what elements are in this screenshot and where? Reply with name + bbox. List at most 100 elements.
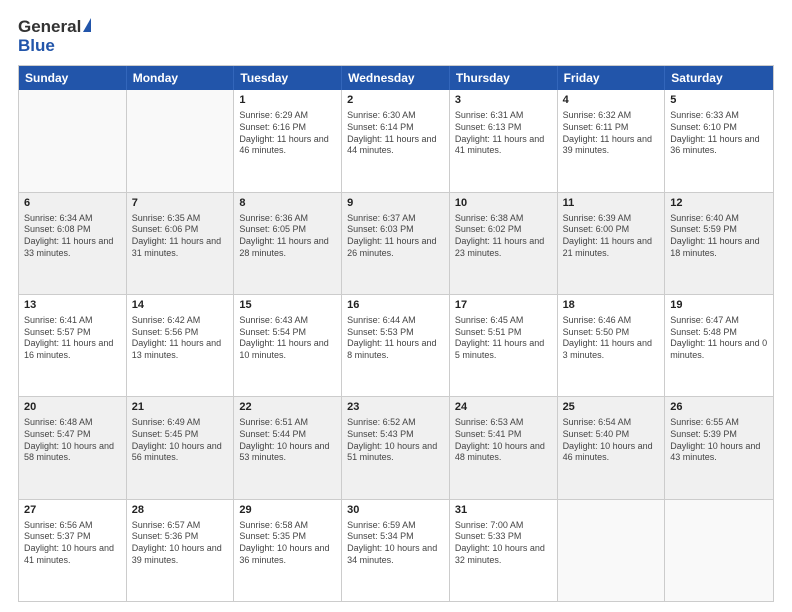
day-info: Sunrise: 6:43 AM Sunset: 5:54 PM Dayligh… (239, 315, 336, 362)
header: General Blue (18, 18, 774, 55)
day-number: 18 (563, 298, 660, 313)
calendar-cell: 31Sunrise: 7:00 AM Sunset: 5:33 PM Dayli… (450, 500, 558, 601)
calendar-cell: 27 Sunrise: 6:56 AM Sunset: 5:37 PM Dayli… (19, 500, 127, 601)
day-info: Sunrise: 6:52 AM Sunset: 5:43 PM Dayligh… (347, 417, 444, 464)
day-info: Sunrise: 7:00 AM Sunset: 5:33 PM Dayligh… (455, 520, 552, 567)
calendar-cell: 15Sunrise: 6:43 AM Sunset: 5:54 PM Dayli… (234, 295, 342, 396)
day-info: Sunrise: 6:45 AM Sunset: 5:51 PM Dayligh… (455, 315, 552, 362)
day-info: Sunrise: 6:51 AM Sunset: 5:44 PM Dayligh… (239, 417, 336, 464)
day-info: Sunrise: 6:33 AM Sunset: 6:10 PM Dayligh… (670, 110, 768, 157)
logo: General Blue (18, 18, 91, 55)
day-number: 17 (455, 298, 552, 313)
calendar-body: 1Sunrise: 6:29 AM Sunset: 6:16 PM Daylig… (19, 90, 773, 601)
calendar-cell: 23 Sunrise: 6:52 AM Sunset: 5:43 PM Dayli… (342, 397, 450, 498)
weekday-header-tuesday: Tuesday (234, 66, 342, 90)
weekday-header-wednesday: Wednesday (342, 66, 450, 90)
day-info: Sunrise: 6:53 AM Sunset: 5:41 PM Dayligh… (455, 417, 552, 464)
day-number: 24 (455, 400, 552, 415)
day-info: Sunrise: 6:39 AM Sunset: 6:00 PM Dayligh… (563, 213, 660, 260)
calendar-cell: 2 Sunrise: 6:30 AM Sunset: 6:14 PM Daylig… (342, 90, 450, 191)
day-number: 30 (347, 503, 444, 518)
day-number: 23 (347, 400, 444, 415)
day-number: 12 (670, 196, 768, 211)
day-number: 2 (347, 93, 444, 108)
day-number: 11 (563, 196, 660, 211)
day-number: 27 (24, 503, 121, 518)
weekday-header-saturday: Saturday (665, 66, 773, 90)
day-info: Sunrise: 6:49 AM Sunset: 5:45 PM Dayligh… (132, 417, 229, 464)
calendar-cell: 13Sunrise: 6:41 AM Sunset: 5:57 PM Dayli… (19, 295, 127, 396)
day-number: 19 (670, 298, 768, 313)
logo-triangle (83, 18, 91, 32)
calendar-cell: 12 Sunrise: 6:40 AM Sunset: 5:59 PM Dayli… (665, 193, 773, 294)
day-number: 20 (24, 400, 121, 415)
day-info: Sunrise: 6:59 AM Sunset: 5:34 PM Dayligh… (347, 520, 444, 567)
day-info: Sunrise: 6:56 AM Sunset: 5:37 PM Dayligh… (24, 520, 121, 567)
day-number: 7 (132, 196, 229, 211)
day-info: Sunrise: 6:55 AM Sunset: 5:39 PM Dayligh… (670, 417, 768, 464)
day-info: Sunrise: 6:29 AM Sunset: 6:16 PM Dayligh… (239, 110, 336, 157)
calendar-cell: 8Sunrise: 6:36 AM Sunset: 6:05 PM Daylig… (234, 193, 342, 294)
day-info: Sunrise: 6:47 AM Sunset: 5:48 PM Dayligh… (670, 315, 768, 362)
calendar-cell: 3Sunrise: 6:31 AM Sunset: 6:13 PM Daylig… (450, 90, 558, 191)
day-number: 28 (132, 503, 229, 518)
day-info: Sunrise: 6:58 AM Sunset: 5:35 PM Dayligh… (239, 520, 336, 567)
calendar-cell: 5 Sunrise: 6:33 AM Sunset: 6:10 PM Daylig… (665, 90, 773, 191)
day-info: Sunrise: 6:34 AM Sunset: 6:08 PM Dayligh… (24, 213, 121, 260)
page: General Blue SundayMondayTuesdayWednesda… (0, 0, 792, 612)
day-info: Sunrise: 6:57 AM Sunset: 5:36 PM Dayligh… (132, 520, 229, 567)
day-number: 14 (132, 298, 229, 313)
day-number: 4 (563, 93, 660, 108)
calendar-cell: 18 Sunrise: 6:46 AM Sunset: 5:50 PM Dayli… (558, 295, 666, 396)
calendar-cell: 4 Sunrise: 6:32 AM Sunset: 6:11 PM Daylig… (558, 90, 666, 191)
day-info: Sunrise: 6:54 AM Sunset: 5:40 PM Dayligh… (563, 417, 660, 464)
day-info: Sunrise: 6:38 AM Sunset: 6:02 PM Dayligh… (455, 213, 552, 260)
calendar-cell: 22 Sunrise: 6:51 AM Sunset: 5:44 PM Dayli… (234, 397, 342, 498)
calendar-cell: 1Sunrise: 6:29 AM Sunset: 6:16 PM Daylig… (234, 90, 342, 191)
calendar-cell: 24 Sunrise: 6:53 AM Sunset: 5:41 PM Dayli… (450, 397, 558, 498)
day-info: Sunrise: 6:40 AM Sunset: 5:59 PM Dayligh… (670, 213, 768, 260)
calendar-cell: 30 Sunrise: 6:59 AM Sunset: 5:34 PM Dayli… (342, 500, 450, 601)
calendar-cell: 7 Sunrise: 6:35 AM Sunset: 6:06 PM Daylig… (127, 193, 235, 294)
calendar: SundayMondayTuesdayWednesdayThursdayFrid… (18, 65, 774, 602)
calendar-cell: 19 Sunrise: 6:47 AM Sunset: 5:48 PM Dayli… (665, 295, 773, 396)
calendar-cell: 6 Sunrise: 6:34 AM Sunset: 6:08 PM Daylig… (19, 193, 127, 294)
calendar-cell: 9 Sunrise: 6:37 AM Sunset: 6:03 PM Daylig… (342, 193, 450, 294)
calendar-header: SundayMondayTuesdayWednesdayThursdayFrid… (19, 66, 773, 90)
day-info: Sunrise: 6:44 AM Sunset: 5:53 PM Dayligh… (347, 315, 444, 362)
calendar-row-1: 6 Sunrise: 6:34 AM Sunset: 6:08 PM Daylig… (19, 192, 773, 294)
day-number: 8 (239, 196, 336, 211)
weekday-header-sunday: Sunday (19, 66, 127, 90)
day-info: Sunrise: 6:32 AM Sunset: 6:11 PM Dayligh… (563, 110, 660, 157)
calendar-cell (558, 500, 666, 601)
day-number: 9 (347, 196, 444, 211)
calendar-row-4: 27 Sunrise: 6:56 AM Sunset: 5:37 PM Dayli… (19, 499, 773, 601)
calendar-cell (19, 90, 127, 191)
weekday-header-friday: Friday (558, 66, 666, 90)
calendar-cell: 16 Sunrise: 6:44 AM Sunset: 5:53 PM Dayli… (342, 295, 450, 396)
weekday-header-thursday: Thursday (450, 66, 558, 90)
calendar-cell: 25 Sunrise: 6:54 AM Sunset: 5:40 PM Dayli… (558, 397, 666, 498)
logo-general-text: General (18, 18, 81, 37)
calendar-cell: 14Sunrise: 6:42 AM Sunset: 5:56 PM Dayli… (127, 295, 235, 396)
day-number: 10 (455, 196, 552, 211)
day-info: Sunrise: 6:46 AM Sunset: 5:50 PM Dayligh… (563, 315, 660, 362)
day-info: Sunrise: 6:41 AM Sunset: 5:57 PM Dayligh… (24, 315, 121, 362)
day-number: 6 (24, 196, 121, 211)
logo-display: General Blue (18, 18, 91, 55)
calendar-cell: 11 Sunrise: 6:39 AM Sunset: 6:00 PM Dayli… (558, 193, 666, 294)
day-number: 26 (670, 400, 768, 415)
day-number: 16 (347, 298, 444, 313)
day-number: 22 (239, 400, 336, 415)
day-info: Sunrise: 6:35 AM Sunset: 6:06 PM Dayligh… (132, 213, 229, 260)
day-number: 25 (563, 400, 660, 415)
day-number: 29 (239, 503, 336, 518)
calendar-cell: 21Sunrise: 6:49 AM Sunset: 5:45 PM Dayli… (127, 397, 235, 498)
day-info: Sunrise: 6:31 AM Sunset: 6:13 PM Dayligh… (455, 110, 552, 157)
day-info: Sunrise: 6:37 AM Sunset: 6:03 PM Dayligh… (347, 213, 444, 260)
day-info: Sunrise: 6:48 AM Sunset: 5:47 PM Dayligh… (24, 417, 121, 464)
calendar-cell: 17 Sunrise: 6:45 AM Sunset: 5:51 PM Dayli… (450, 295, 558, 396)
day-info: Sunrise: 6:30 AM Sunset: 6:14 PM Dayligh… (347, 110, 444, 157)
day-number: 5 (670, 93, 768, 108)
logo-blue-label: Blue (18, 36, 55, 55)
